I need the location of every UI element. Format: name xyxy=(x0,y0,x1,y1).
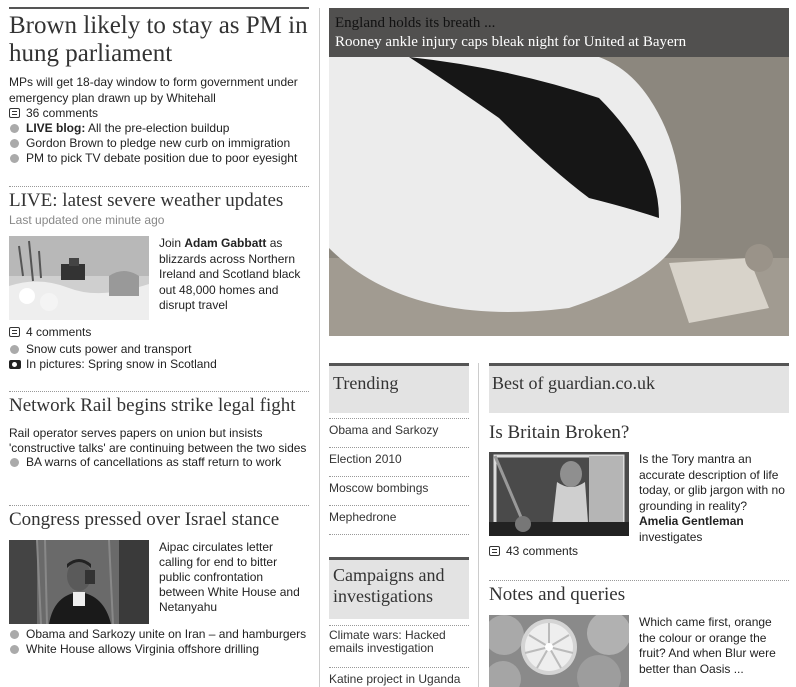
obama-photo[interactable] xyxy=(9,540,149,624)
rail-story: Network Rail begins strike legal fight R… xyxy=(9,395,309,470)
divider xyxy=(489,580,789,581)
author-link[interactable]: Adam Gabbatt xyxy=(184,236,266,250)
israel-body: Aipac circulates letter calling for end … xyxy=(159,540,300,614)
rail-body: Rail operator serves papers on union but… xyxy=(9,426,307,455)
related-link-immigration[interactable]: Gordon Brown to pledge new curb on immig… xyxy=(9,136,309,151)
live-blog-label: LIVE blog: xyxy=(26,121,86,135)
trending-title: Trending xyxy=(333,373,399,393)
top-rule xyxy=(9,7,309,9)
hero-kicker[interactable]: England holds its breath ... xyxy=(335,14,783,33)
broken-body-text: Is the Tory mantra an accurate descripti… xyxy=(639,452,785,513)
related-link-eyesight[interactable]: PM to pick TV debate position due to poo… xyxy=(9,151,309,166)
divider xyxy=(9,505,309,506)
oranges-photo[interactable] xyxy=(489,615,629,687)
comment-icon xyxy=(489,546,500,556)
bullet-icon xyxy=(10,154,19,163)
weather-comments-count: 4 comments xyxy=(26,325,92,339)
weather-comments-link[interactable]: 4 comments xyxy=(9,325,309,340)
campaign-item[interactable]: Katine project in Uganda xyxy=(329,672,469,686)
link-text: Gordon Brown to pledge new curb on immig… xyxy=(26,136,291,150)
related-link-ba[interactable]: BA warns of cancellations as staff retur… xyxy=(9,455,309,470)
related-link-hamburgers[interactable]: Obama and Sarkozy unite on Iran – and ha… xyxy=(9,627,309,642)
trending-item[interactable]: Moscow bombings xyxy=(329,481,469,506)
related-link-snow-power[interactable]: Snow cuts power and transport xyxy=(9,342,309,357)
author-suffix: investigates xyxy=(639,529,703,544)
broken-author: Amelia Gentleman xyxy=(639,514,789,530)
author-link[interactable]: Amelia Gentleman xyxy=(639,514,744,528)
broken-body: Is the Tory mantra an accurate descripti… xyxy=(639,452,789,545)
bullet-icon xyxy=(10,630,19,639)
bullet-icon xyxy=(10,345,19,354)
hero-caption: England holds its breath ... Rooney ankl… xyxy=(329,8,789,57)
broken-comments-link[interactable]: 43 comments xyxy=(489,544,796,559)
lead-comments-link[interactable]: 36 comments xyxy=(9,106,309,121)
related-link-live-blog[interactable]: LIVE blog: All the pre-election buildup xyxy=(9,121,309,136)
lead-standfirst-line2: emergency plan drawn up by Whitehall xyxy=(9,91,216,105)
weather-body: Join Adam Gabbatt as blizzards across No… xyxy=(159,236,309,314)
divider xyxy=(329,418,469,419)
notes-body: Which came first, orange the colour or o… xyxy=(639,615,776,676)
hero-feature[interactable]: England holds its breath ... Rooney ankl… xyxy=(329,8,789,336)
hero-headline[interactable]: Rooney ankle injury caps bleak night for… xyxy=(335,33,783,52)
campaigns-title: Campaigns and investigations xyxy=(333,565,445,606)
bullet-icon xyxy=(10,458,19,467)
link-text: PM to pick TV debate position due to poo… xyxy=(26,151,298,165)
bullet-icon xyxy=(10,645,19,654)
link-text: White House allows Virginia offshore dri… xyxy=(26,642,260,656)
column-divider xyxy=(319,8,320,687)
best-of-title: Best of guardian.co.uk xyxy=(492,373,655,393)
related-link-virginia[interactable]: White House allows Virginia offshore dri… xyxy=(9,642,309,657)
lead-comments-count: 36 comments xyxy=(26,106,99,120)
trending-item[interactable]: Election 2010 xyxy=(329,452,469,477)
weather-story: LIVE: latest severe weather updates Last… xyxy=(9,190,309,228)
notes-headline[interactable]: Notes and queries xyxy=(489,584,789,606)
divider xyxy=(329,625,469,626)
trending-item[interactable]: Mephedrone xyxy=(329,510,469,535)
weather-headline[interactable]: LIVE: latest severe weather updates xyxy=(9,190,309,212)
israel-links: Obama and Sarkozy unite on Iran – and ha… xyxy=(9,627,309,657)
related-link-pictures[interactable]: In pictures: Spring snow in Scotland xyxy=(9,357,309,372)
comment-icon xyxy=(9,108,20,118)
rail-headline[interactable]: Network Rail begins strike legal fight xyxy=(9,395,309,417)
broken-photo[interactable] xyxy=(489,452,629,536)
link-text: BA warns of cancellations as staff retur… xyxy=(26,455,282,469)
campaign-item[interactable]: Climate wars: Hacked emails investigatio… xyxy=(329,629,469,668)
israel-story: Congress pressed over Israel stance xyxy=(9,509,309,531)
israel-headline[interactable]: Congress pressed over Israel stance xyxy=(9,509,309,531)
body-pre: Join xyxy=(159,236,185,250)
camera-icon xyxy=(9,360,21,369)
live-blog-text: All the pre-election buildup xyxy=(85,121,230,135)
bullet-icon xyxy=(10,139,19,148)
trending-item[interactable]: Obama and Sarkozy xyxy=(329,423,469,448)
trending-header: Trending xyxy=(329,363,469,413)
best-of-header: Best of guardian.co.uk xyxy=(489,363,789,413)
divider xyxy=(9,186,309,187)
lead-standfirst-line1: MPs will get 18-day window to form gover… xyxy=(9,75,298,89)
divider xyxy=(9,391,309,392)
weather-links: 4 comments Snow cuts power and transport… xyxy=(9,325,309,372)
broken-headline[interactable]: Is Britain Broken? xyxy=(489,422,789,444)
hero-photo xyxy=(329,8,789,336)
campaigns-header: Campaigns and investigations xyxy=(329,557,469,619)
column-divider xyxy=(478,363,479,687)
comment-icon xyxy=(9,327,20,337)
link-text: In pictures: Spring snow in Scotland xyxy=(26,357,217,371)
snow-photo[interactable] xyxy=(9,236,149,320)
link-text: Snow cuts power and transport xyxy=(26,342,192,356)
lead-story: Brown likely to stay as PM in hung parli… xyxy=(9,12,309,166)
lead-headline[interactable]: Brown likely to stay as PM in hung parli… xyxy=(9,12,309,68)
last-updated: Last updated one minute ago xyxy=(9,213,165,227)
broken-comments-count: 43 comments xyxy=(506,544,579,558)
bullet-icon xyxy=(10,124,19,133)
link-text: Obama and Sarkozy unite on Iran – and ha… xyxy=(26,627,307,641)
